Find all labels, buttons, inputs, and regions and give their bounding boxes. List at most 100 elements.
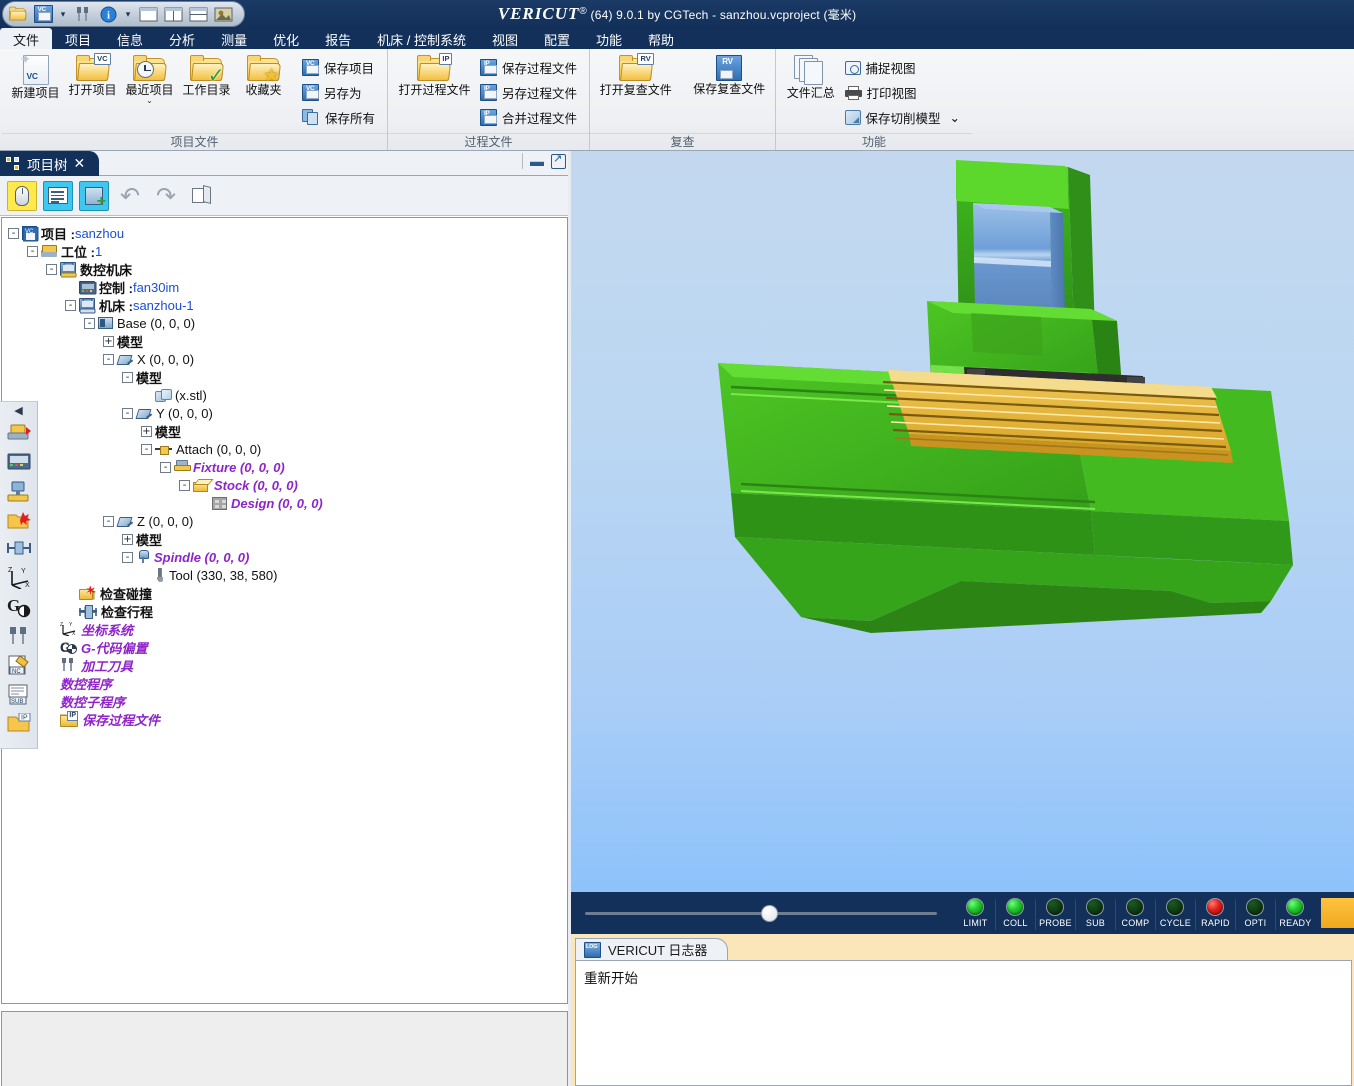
tree-node[interactable]: - 数控机床 (8, 260, 567, 278)
menu-bar[interactable]: 文件 项目 信息 分析 测量 优化 报告 机床 / 控制系统 视图 配置 功能 … (0, 28, 1354, 49)
tree-node[interactable]: 数控子程序 (8, 692, 567, 710)
collapse-icon[interactable]: - (160, 461, 171, 473)
collapse-icon[interactable]: - (122, 371, 133, 383)
nc-program-icon[interactable]: NC (6, 653, 32, 677)
tree-node[interactable]: G G-代码偏置 (8, 638, 567, 656)
file-summary-button[interactable]: 文件汇总 (782, 52, 840, 100)
two-column-view-icon[interactable] (162, 4, 184, 24)
tree-node[interactable]: - Z (0, 0, 0) (8, 512, 567, 530)
minimize-panel-button[interactable]: ▬ (530, 154, 544, 168)
capture-view-button[interactable]: 捕捉视图 (842, 56, 967, 79)
tree-node[interactable]: 检查行程 (8, 602, 567, 620)
menu-tab-info[interactable]: 信息 (104, 28, 156, 49)
collapse-icon[interactable]: - (27, 245, 38, 257)
status-amber-indicator[interactable] (1321, 898, 1354, 928)
status-led-rapid[interactable]: RAPID (1195, 898, 1235, 930)
tab-project-tree[interactable]: 项目树 ✕ (0, 151, 100, 176)
open-process-file-button[interactable]: IP 打开过程文件 (394, 52, 475, 97)
collapse-icon[interactable]: - (65, 299, 76, 311)
collapse-icon[interactable]: - (8, 227, 19, 239)
tool-manager-icon[interactable] (72, 4, 94, 24)
quick-access-toolbar[interactable]: VC ▾ i ▾ (2, 1, 245, 27)
single-view-icon[interactable] (137, 4, 159, 24)
collapse-icon[interactable]: - (179, 479, 190, 491)
chevron-down-icon[interactable]: ⌄ (146, 97, 153, 105)
tree-node[interactable]: - VC 项目 : sanzhou (8, 224, 567, 242)
tree-node[interactable]: + 模型 (8, 422, 567, 440)
open-review-file-button[interactable]: RV 打开复查文件 (596, 52, 676, 97)
menu-tab-help[interactable]: 帮助 (635, 28, 687, 49)
tree-node[interactable]: 数控程序 (8, 674, 567, 692)
project-tree-list[interactable]: - VC 项目 : sanzhou - 工位 : 1- 数控机床 控制 : fan30im -… (2, 218, 567, 728)
collapse-icon[interactable]: - (84, 317, 95, 329)
tree-node[interactable]: 加工刀具 (8, 656, 567, 674)
simulation-speed-slider[interactable] (585, 902, 938, 924)
add-component-button[interactable] (79, 180, 109, 211)
save-project-icon[interactable]: VC (32, 4, 54, 24)
save-review-file-button[interactable]: RV 保存复查文件 (690, 52, 770, 96)
control-icon[interactable] (6, 450, 32, 474)
tree-node[interactable]: Design (0, 0, 0) (8, 494, 567, 512)
tree-node[interactable]: - 模型 (8, 368, 567, 386)
tree-node[interactable]: Z Y X 坐标系统 (8, 620, 567, 638)
save-as-button[interactable]: VC 另存为 (299, 81, 381, 104)
chevron-down-icon[interactable]: ⌄ (950, 110, 960, 125)
tab-vericut-logger[interactable]: VERICUT 日志器 (575, 938, 729, 960)
tree-node[interactable]: + 模型 (8, 332, 567, 350)
tree-node[interactable]: - Y (0, 0, 0) (8, 404, 567, 422)
3d-machine-view[interactable] (571, 151, 1354, 892)
gcode-offset-icon[interactable]: G (6, 595, 32, 619)
collapse-icon[interactable]: - (122, 407, 133, 419)
expand-icon[interactable]: + (103, 335, 114, 347)
status-led-sub[interactable]: SUB (1075, 898, 1115, 930)
tree-node[interactable]: - 工位 : 1 (8, 242, 567, 260)
expand-icon[interactable]: + (141, 425, 152, 437)
menu-tab-report[interactable]: 报告 (312, 28, 364, 49)
machine-icon[interactable] (6, 479, 32, 503)
menu-tab-measure[interactable]: 测量 (208, 28, 260, 49)
new-project-button[interactable]: ✦ VC 新建项目 (8, 51, 63, 100)
configure-button[interactable] (43, 180, 73, 211)
menu-tab-view[interactable]: 视图 (479, 28, 531, 49)
tree-node[interactable]: - Spindle (0, 0, 0) (8, 548, 567, 566)
project-tree-area[interactable]: - VC 项目 : sanzhou - 工位 : 1- 数控机床 控制 : fan30im -… (1, 217, 568, 1004)
save-process-file-button[interactable]: IP 保存过程文件 (477, 56, 583, 79)
tree-node[interactable]: Tool (330, 38, 580) (8, 566, 567, 584)
tree-node[interactable]: IP 保存过程文件 (8, 710, 567, 728)
collapse-icon[interactable]: - (122, 551, 133, 563)
save-project-button[interactable]: VC 保存项目 (299, 56, 381, 79)
collapse-arrow-icon[interactable]: ◀ (14, 406, 22, 417)
tree-node[interactable]: - Attach (0, 0, 0) (8, 440, 567, 458)
info-icon[interactable]: i (97, 4, 119, 24)
tree-node[interactable]: - X (0, 0, 0) (8, 350, 567, 368)
menu-tab-function[interactable]: 功能 (583, 28, 635, 49)
save-all-button[interactable]: 保存所有 (299, 106, 381, 129)
collapse-icon[interactable]: - (46, 263, 57, 275)
tree-node[interactable]: - Base (0, 0, 0) (8, 314, 567, 332)
collapse-icon[interactable]: - (103, 353, 114, 365)
tree-node[interactable]: + 模型 (8, 530, 567, 548)
chevron-down-icon[interactable]: ▾ (57, 9, 69, 20)
setup-icon[interactable] (6, 421, 32, 445)
recent-projects-button[interactable]: 最近项目 ⌄ (122, 52, 177, 105)
tree-node[interactable]: (x.stl) (8, 386, 567, 404)
collision-icon[interactable] (6, 508, 32, 532)
save-as-process-file-button[interactable]: IP 另存过程文件 (477, 81, 583, 104)
expand-icon[interactable]: + (122, 533, 133, 545)
working-directory-button[interactable]: ✓ 工作目录 (179, 52, 234, 97)
status-led-limit[interactable]: LIMIT (955, 898, 995, 928)
tree-node[interactable]: - 机床 : sanzhou-1 (8, 296, 567, 314)
status-led-opti[interactable]: OPTI (1235, 898, 1275, 930)
menu-tab-optimize[interactable]: 优化 (260, 28, 312, 49)
view-model-button[interactable] (187, 181, 217, 211)
travel-limits-icon[interactable] (6, 537, 32, 561)
in-process-file-icon[interactable]: IP (6, 711, 32, 735)
menu-tab-analysis[interactable]: 分析 (156, 28, 208, 49)
open-project-icon[interactable] (7, 4, 29, 24)
mouse-select-button[interactable] (7, 180, 37, 211)
menu-tab-file[interactable]: 文件 (0, 28, 53, 49)
undo-button[interactable]: ↶ (115, 181, 145, 211)
print-view-button[interactable]: 打印视图 (842, 81, 967, 104)
menu-tab-project[interactable]: 项目 (52, 28, 104, 49)
save-cut-model-button[interactable]: 保存切削模型 ⌄ (842, 106, 967, 129)
